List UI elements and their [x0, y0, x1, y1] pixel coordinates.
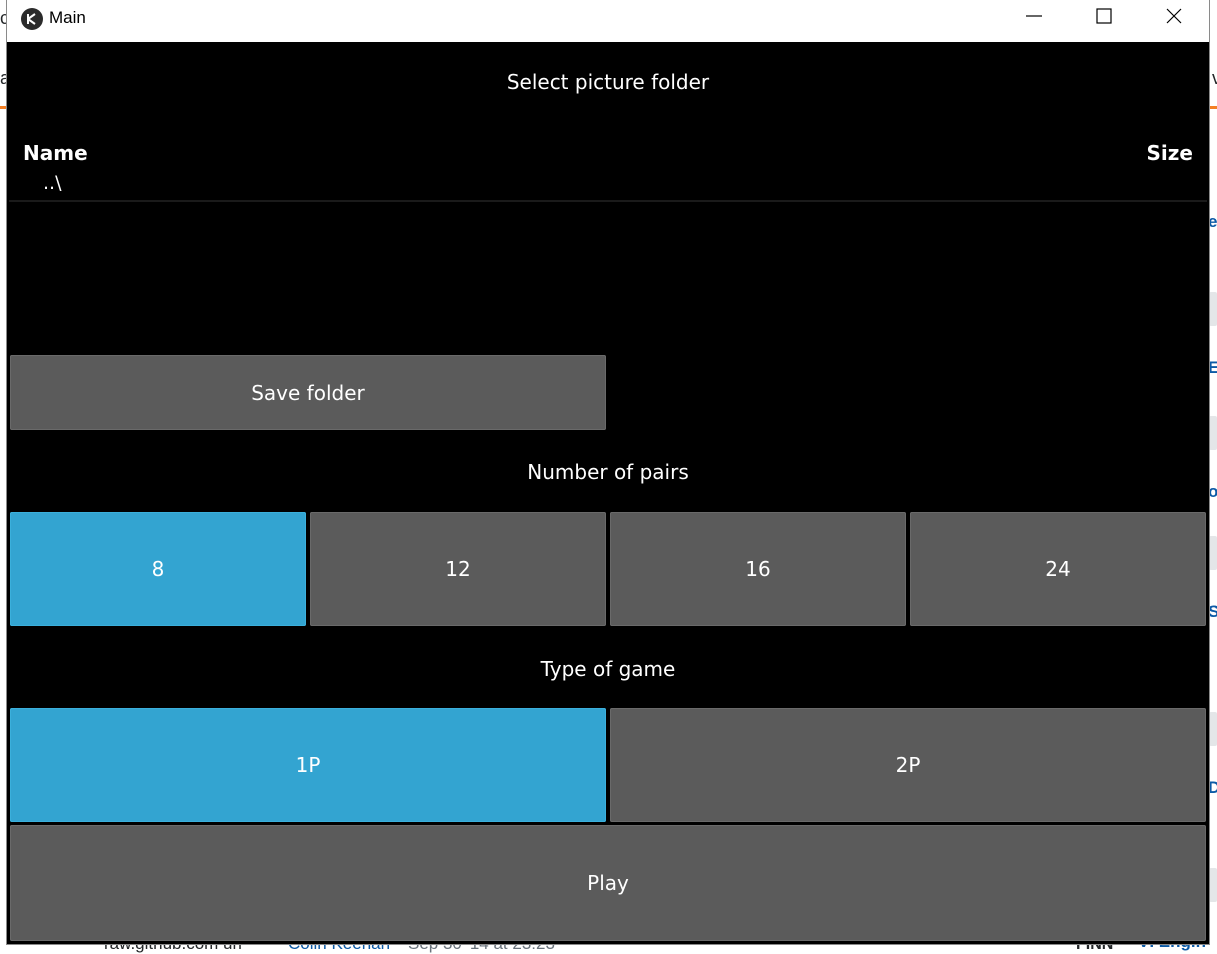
bg-right-link-1: e: [1208, 212, 1217, 231]
file-list-area[interactable]: [9, 202, 1207, 350]
play-button[interactable]: Play: [10, 825, 1206, 941]
close-button[interactable]: [1139, 0, 1209, 36]
main-window: Main Select picture folder Name Size ..\…: [7, 0, 1209, 944]
game-type-2p[interactable]: 2P: [610, 708, 1206, 822]
kivy-logo-icon: [21, 8, 43, 30]
bg-right-box-2: [1209, 416, 1217, 450]
minimize-button[interactable]: [999, 0, 1069, 36]
game-type-1p[interactable]: 1P: [10, 708, 606, 822]
bg-right-link-3: o: [1208, 482, 1217, 501]
close-icon: [1164, 6, 1184, 30]
pairs-option-16[interactable]: 16: [610, 512, 906, 626]
window-title: Main: [49, 8, 86, 27]
title-bar[interactable]: Main: [7, 0, 1209, 42]
select-folder-heading: Select picture folder: [506, 70, 710, 94]
minimize-icon: [1024, 6, 1044, 30]
app-content: Select picture folder Name Size ..\ Save…: [9, 42, 1207, 942]
column-size-header[interactable]: Size: [1147, 141, 1193, 165]
bg-right-link-2: E: [1208, 358, 1217, 377]
save-folder-button[interactable]: Save folder: [10, 355, 606, 430]
bg-right-link-4: S: [1208, 602, 1217, 621]
column-name-header[interactable]: Name: [23, 141, 88, 165]
file-list-header: Name Size: [9, 137, 1207, 167]
bg-right-box-3: [1209, 536, 1217, 570]
bg-right-box-4: [1209, 712, 1217, 746]
bg-right-link-5: D: [1208, 778, 1217, 797]
bg-fragment-right: v: [1212, 68, 1217, 88]
maximize-button[interactable]: [1069, 0, 1139, 36]
bg-right-box-5: [1209, 868, 1217, 902]
file-entry-parent-dir[interactable]: ..\: [43, 172, 61, 194]
pairs-heading: Number of pairs: [527, 460, 689, 484]
pairs-option-12[interactable]: 12: [310, 512, 606, 626]
maximize-icon: [1094, 6, 1114, 30]
pairs-option-24[interactable]: 24: [910, 512, 1206, 626]
game-type-heading: Type of game: [540, 657, 676, 681]
bg-right-box-1: [1209, 292, 1217, 326]
pairs-option-8[interactable]: 8: [10, 512, 306, 626]
